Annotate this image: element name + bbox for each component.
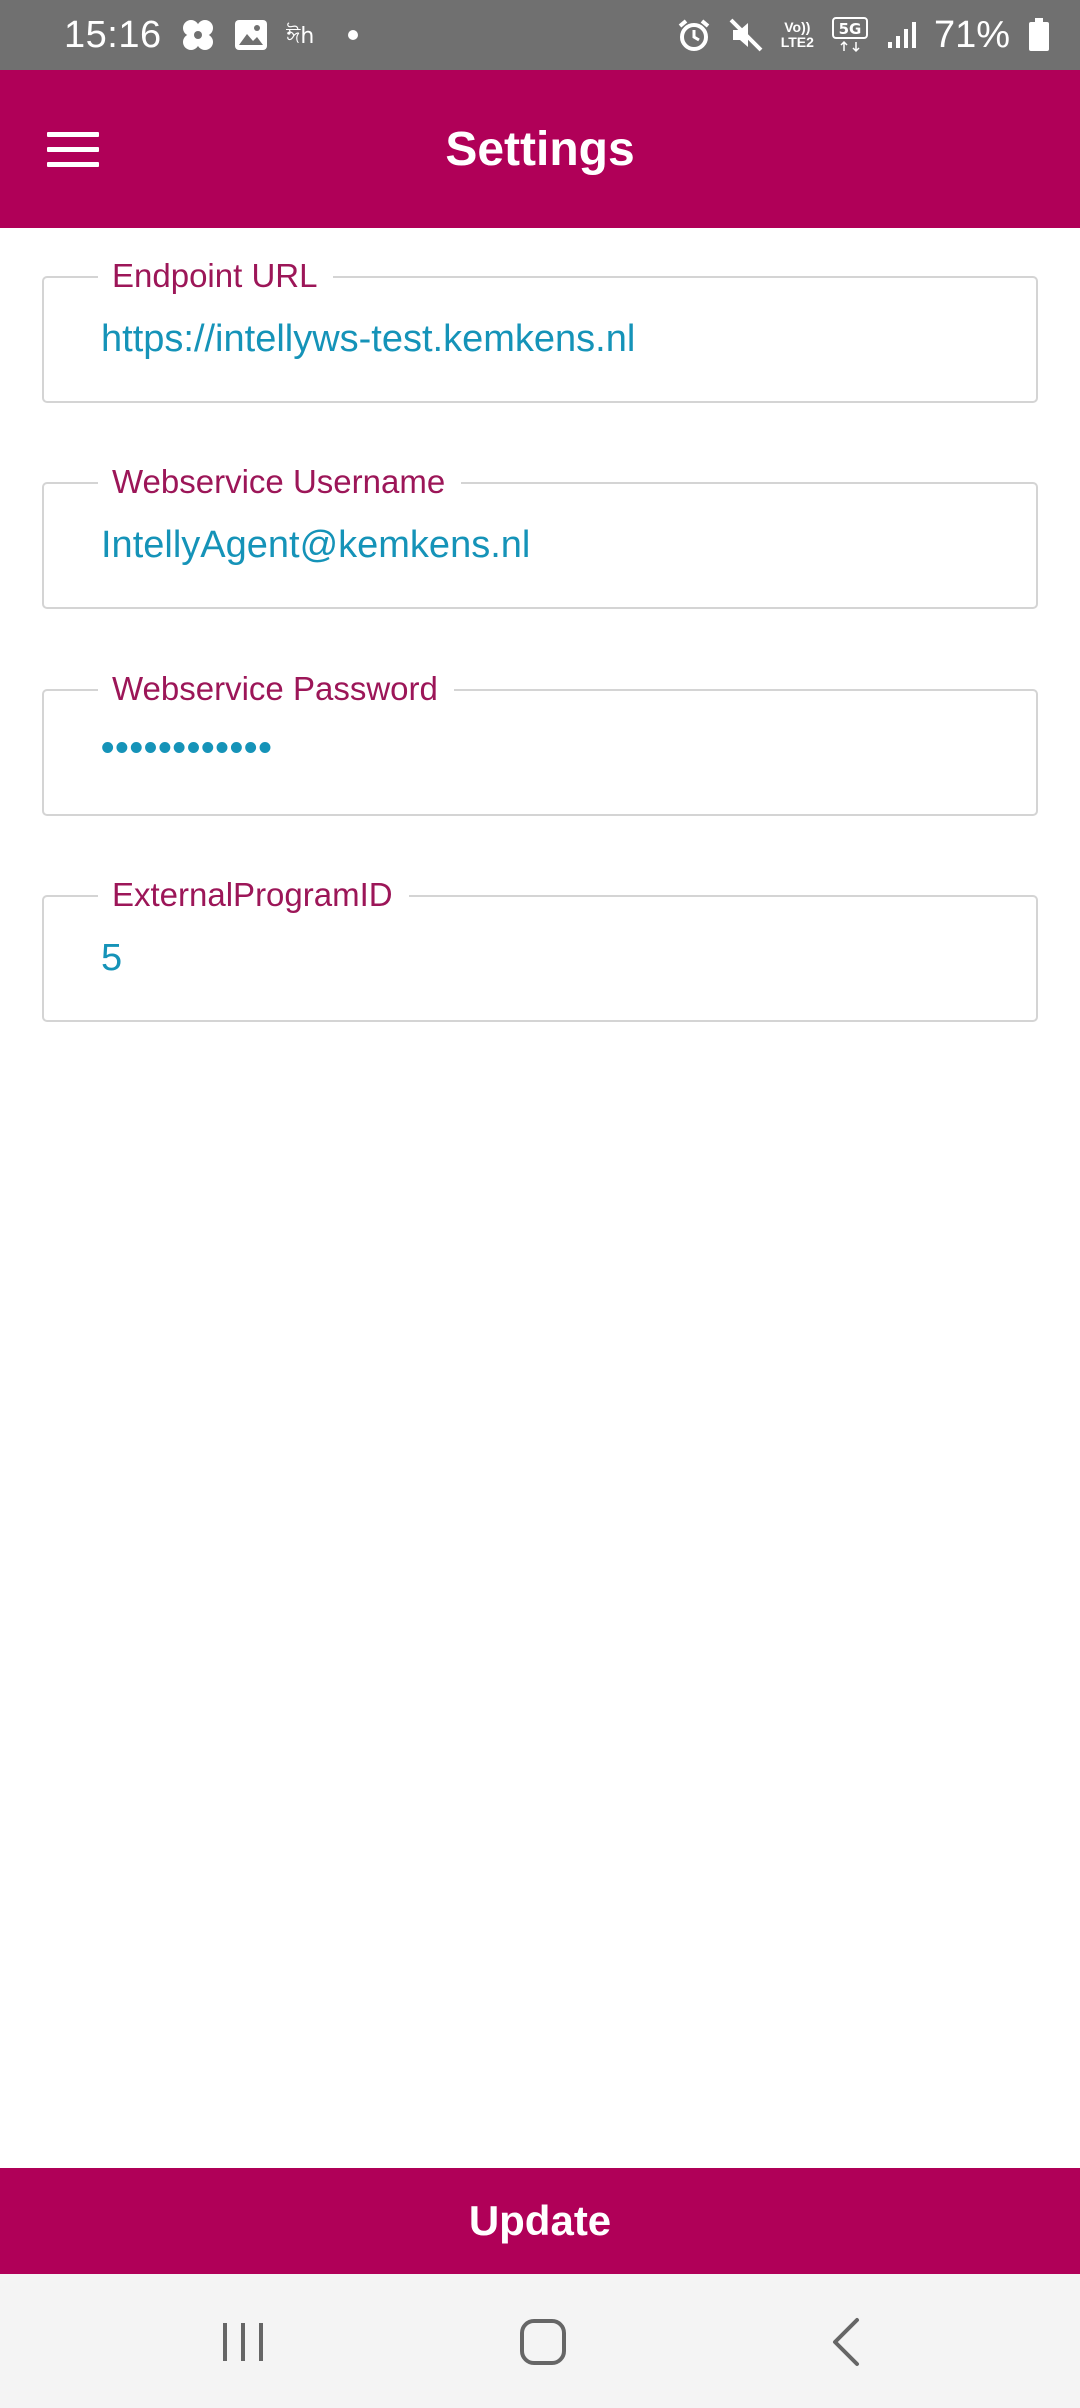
alarm-icon [677,18,711,52]
volte-icon: Vo)) LTE2 [781,20,814,50]
battery-percent: 71% [933,13,1010,56]
external-program-id-label: ExternalProgramID [98,875,409,915]
endpoint-url-input[interactable]: https://intellyws-test.kemkens.nl [101,316,635,362]
webservice-username-field[interactable]: Webservice Username IntellyAgent@kemkens… [42,462,1038,609]
5g-icon: 5G [831,17,868,53]
dh-icon: ঈh [286,21,322,49]
pinwheel-icon [180,17,216,53]
home-icon [520,2319,566,2365]
webservice-username-label: Webservice Username [98,462,462,502]
volte-bottom: LTE2 [780,34,814,50]
update-button[interactable]: Update [0,2168,1080,2274]
webservice-username-input[interactable]: IntellyAgent@kemkens.nl [101,522,530,568]
endpoint-url-field[interactable]: Endpoint URL https://intellyws-test.kemk… [42,256,1038,403]
back-button[interactable] [802,2314,892,2370]
recents-icon [223,2323,263,2361]
home-button[interactable] [498,2314,588,2370]
gallery-icon [234,19,268,51]
volte-top: Vo)) [784,19,811,35]
mute-icon [729,18,763,52]
status-time: 15:16 [64,13,162,56]
back-icon [833,2318,859,2366]
status-bar: 15:16 ঈh Vo)) LTE2 5G 71% [0,0,1080,70]
endpoint-url-label: Endpoint URL [98,256,334,296]
nav-bar [0,2274,1080,2408]
page-title: Settings [445,123,635,176]
webservice-password-label: Webservice Password [98,669,454,709]
recents-button[interactable] [198,2314,288,2370]
status-right: Vo)) LTE2 5G 71% [677,14,1050,57]
external-program-id-field[interactable]: ExternalProgramID 5 [42,875,1038,1022]
battery-icon [1028,18,1050,52]
webservice-password-field[interactable]: Webservice Password •••••••••••• [42,669,1038,816]
svg-text:ঈh: ঈh [286,23,314,49]
webservice-password-input[interactable]: •••••••••••• [101,725,273,771]
network-label: 5G [839,20,862,38]
status-left: 15:16 ঈh [64,14,358,57]
app-bar: Settings [0,70,1080,228]
signal-icon [886,20,916,50]
external-program-id-input[interactable]: 5 [101,935,122,981]
dot-icon [347,30,358,40]
